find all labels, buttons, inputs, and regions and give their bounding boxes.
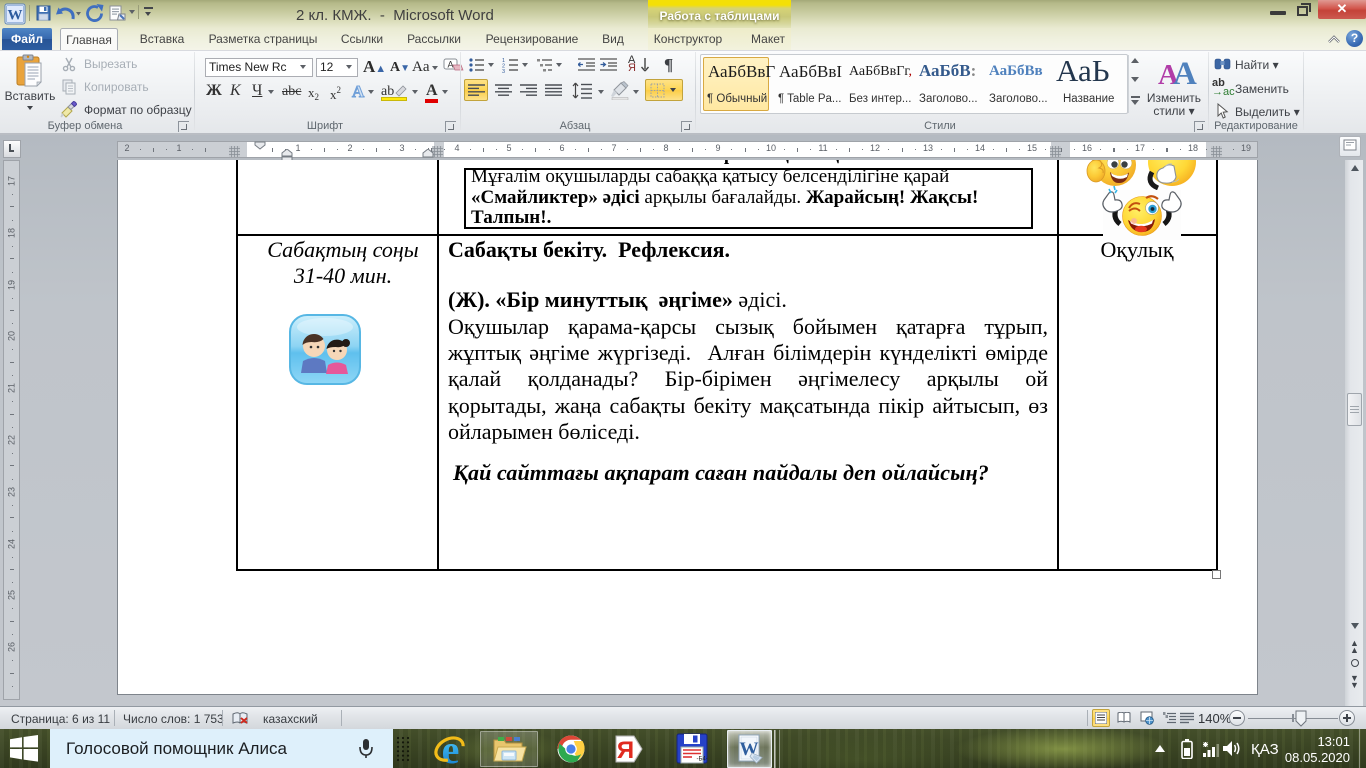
svg-text:-Б4-: -Б4- (697, 757, 708, 763)
svg-text:A: A (447, 60, 453, 70)
svg-text:Я: Я (617, 737, 634, 764)
svg-text:3: 3 (502, 69, 505, 73)
